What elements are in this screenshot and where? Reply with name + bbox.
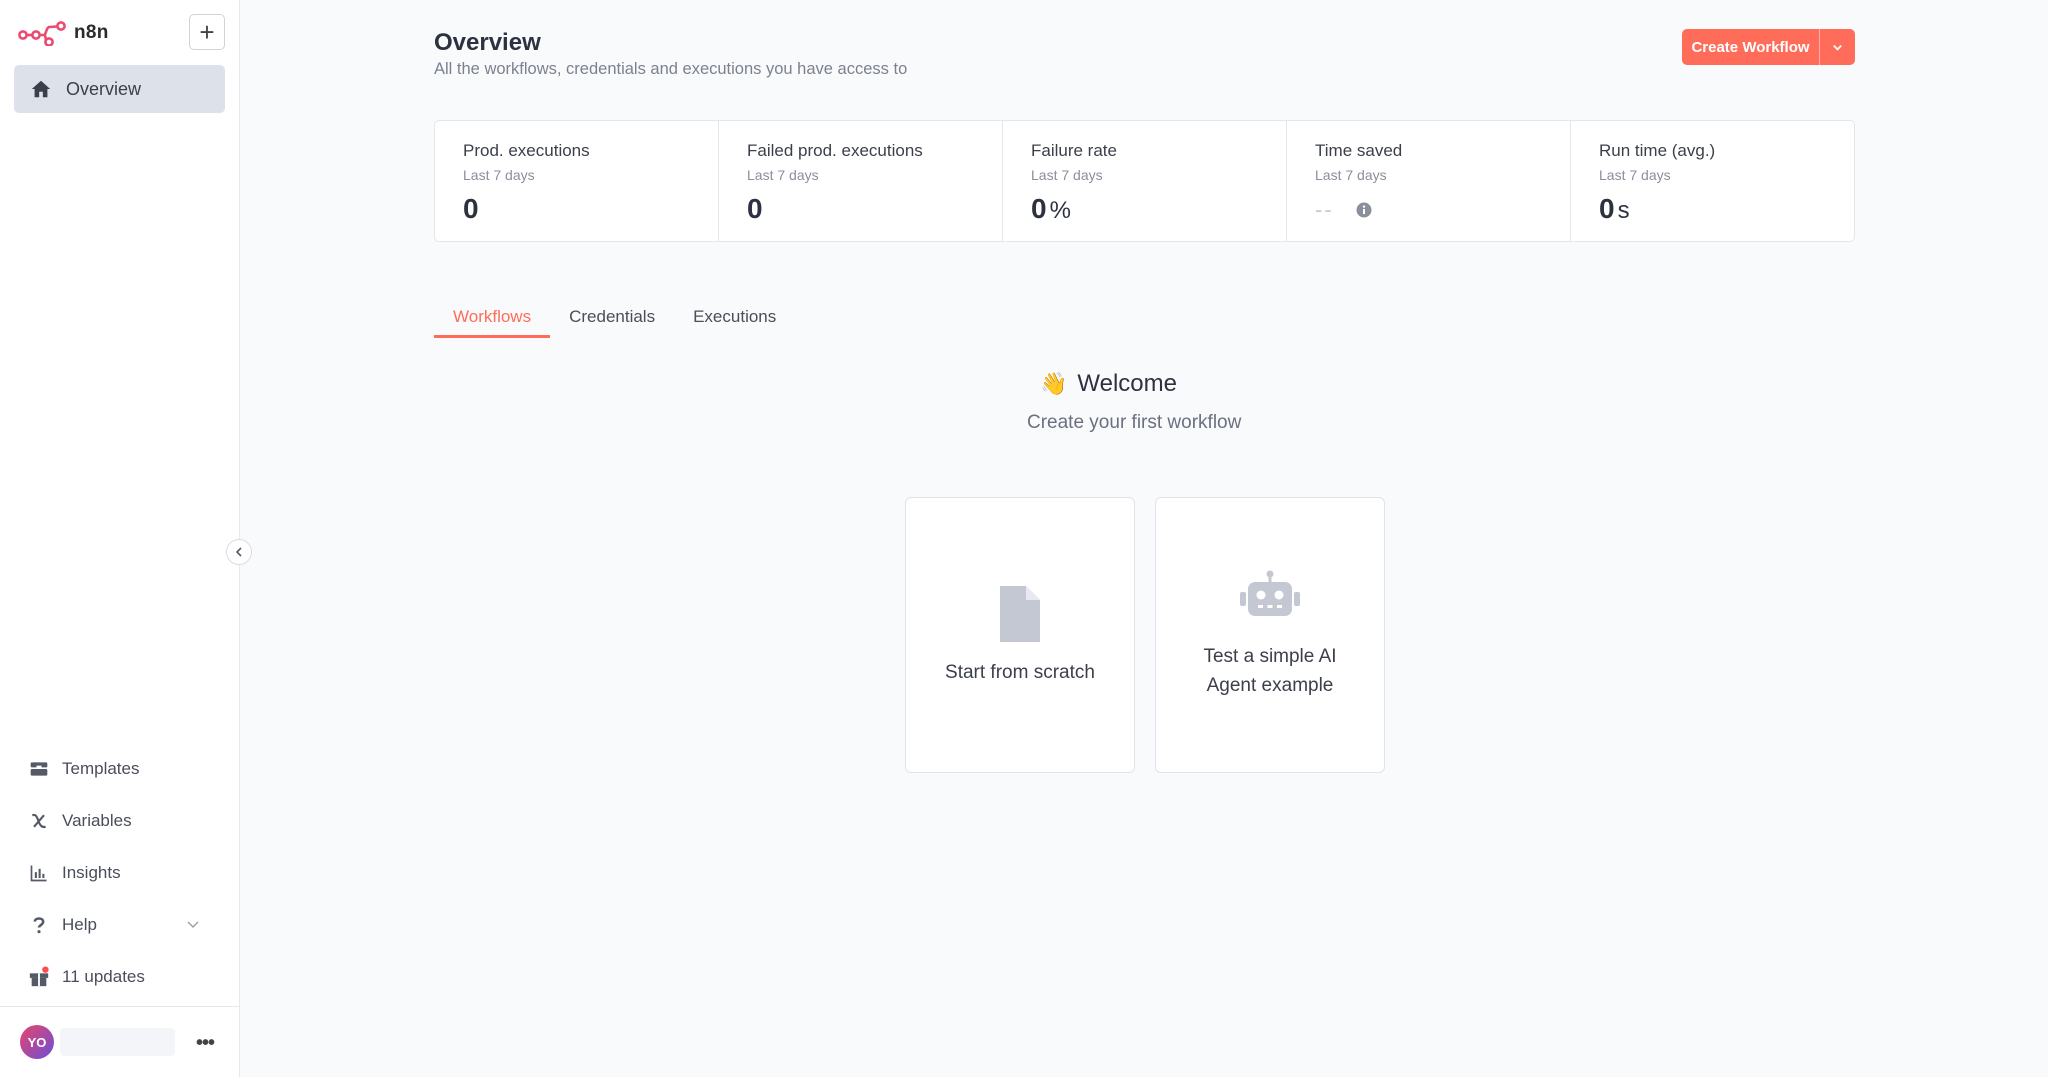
stat-run-time[interactable]: Run time (avg.) Last 7 days 0s (1571, 121, 1854, 241)
chevron-left-icon (235, 547, 242, 557)
sidebar-item-insights[interactable]: Insights (0, 847, 240, 899)
sidebar-item-help[interactable]: Help (0, 899, 240, 951)
templates-icon (28, 758, 50, 780)
sidebar-item-label: 11 updates (62, 967, 145, 986)
welcome-subtitle: Create your first workflow (1027, 412, 1242, 433)
stat-value: 0s (1599, 193, 1631, 224)
welcome-text: Welcome (1077, 370, 1177, 397)
tab-workflows[interactable]: Workflows (434, 300, 551, 338)
stat-title: Failure rate (1031, 141, 1117, 160)
sidebar-item-overview[interactable]: Overview (14, 65, 225, 113)
create-workflow-button-group: Create Workflow (1682, 29, 1855, 65)
stat-unit: s (1617, 197, 1631, 224)
logo[interactable]: n8n (18, 20, 109, 46)
chevron-down-icon[interactable] (186, 917, 200, 931)
stat-title: Failed prod. executions (747, 141, 923, 160)
question-icon (28, 914, 50, 936)
home-icon (31, 80, 51, 98)
robot-icon (1240, 570, 1300, 616)
insights-summary: Prod. executions Last 7 days 0 Failed pr… (434, 120, 1855, 242)
stat-value: 0 (463, 193, 480, 224)
stat-value: -- (1315, 197, 1570, 223)
stat-failed-executions[interactable]: Failed prod. executions Last 7 days 0 (719, 121, 1003, 241)
stat-title: Prod. executions (463, 141, 590, 160)
stat-value: 0 (747, 193, 764, 224)
sidebar-divider (0, 1006, 240, 1007)
sidebar-item-variables[interactable]: Variables (0, 795, 240, 847)
sidebar: n8n + Overview Templates Variables Insig… (0, 0, 240, 1077)
wave-icon: 👋 (1040, 371, 1068, 396)
info-icon[interactable] (1356, 202, 1372, 218)
sidebar-item-label: Help (62, 915, 97, 934)
logo-text: n8n (74, 22, 109, 43)
collapse-sidebar-button[interactable] (226, 539, 252, 565)
variable-icon (28, 810, 50, 832)
welcome-heading: 👋 Welcome (1040, 370, 1177, 398)
gift-icon (28, 966, 50, 988)
stat-period: Last 7 days (1315, 167, 1387, 183)
stat-period: Last 7 days (463, 167, 535, 183)
add-button[interactable]: + (189, 14, 225, 50)
bar-chart-icon (28, 862, 50, 884)
stat-title: Time saved (1315, 141, 1403, 160)
sidebar-item-updates[interactable]: 11 updates (0, 951, 240, 1003)
sidebar-item-label: Templates (62, 759, 140, 778)
stat-time-saved[interactable]: Time saved Last 7 days -- (1287, 121, 1571, 241)
stat-period: Last 7 days (1031, 167, 1103, 183)
tabs: Workflows Credentials Executions (434, 300, 795, 338)
sidebar-item-templates[interactable]: Templates (0, 743, 240, 795)
chevron-down-icon (1833, 44, 1842, 51)
avatar[interactable]: YO (20, 1025, 54, 1059)
stat-failure-rate[interactable]: Failure rate Last 7 days 0% (1003, 121, 1287, 241)
tab-credentials[interactable]: Credentials (550, 300, 674, 338)
page-title: Overview (434, 29, 541, 56)
stat-unit: % (1049, 197, 1072, 224)
more-options-button[interactable]: ••• (196, 1032, 215, 1055)
n8n-logo-icon (18, 21, 66, 46)
user-name (60, 1028, 175, 1056)
sidebar-item-label: Overview (66, 78, 142, 99)
user-menu[interactable]: YO ••• (20, 1024, 220, 1060)
stat-period: Last 7 days (1599, 167, 1671, 183)
stat-title: Run time (avg.) (1599, 141, 1716, 160)
create-workflow-button[interactable]: Create Workflow (1682, 29, 1819, 65)
create-workflow-dropdown-button[interactable] (1819, 29, 1855, 65)
start-from-scratch-card[interactable]: Start from scratch (905, 497, 1135, 773)
card-label: Start from scratch (945, 661, 1095, 683)
tab-executions[interactable]: Executions (674, 300, 795, 338)
page-subtitle: All the workflows, credentials and execu… (434, 60, 908, 78)
sidebar-item-label: Insights (62, 863, 121, 882)
file-icon (1000, 585, 1040, 642)
ai-agent-example-card[interactable]: Test a simple AI Agent example (1155, 497, 1385, 773)
sidebar-bottom-nav: Templates Variables Insights Help 11 upd… (0, 743, 240, 1003)
stat-prod-executions[interactable]: Prod. executions Last 7 days 0 (435, 121, 719, 241)
sidebar-item-label: Variables (62, 811, 132, 830)
card-label: Test a simple AI Agent example (1203, 646, 1337, 696)
stat-value: 0% (1031, 193, 1072, 224)
stat-period: Last 7 days (747, 167, 819, 183)
